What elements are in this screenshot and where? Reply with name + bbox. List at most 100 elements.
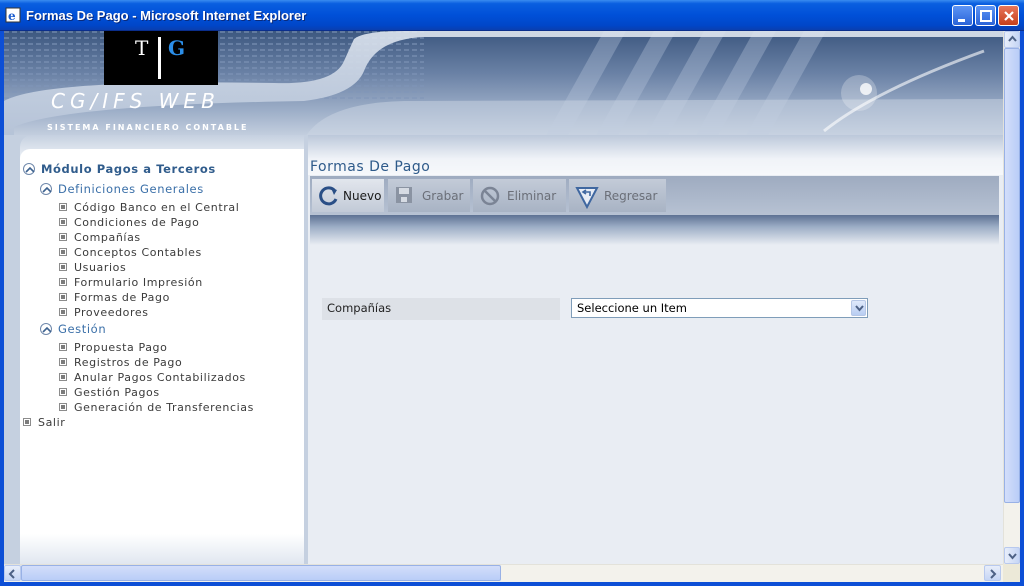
horizontal-scroll-thumb[interactable]	[21, 565, 501, 581]
sidebar-item-registros-pago[interactable]: Registros de Pago	[59, 356, 182, 369]
logo-letter-g: G	[168, 36, 186, 60]
sidebar-item-label: Formas de Pago	[74, 291, 170, 304]
bullet-icon	[59, 203, 67, 211]
bullet-icon	[59, 343, 67, 351]
app-name: CG/IFS WEB	[51, 89, 220, 113]
close-icon	[1004, 11, 1014, 21]
regresar-label: Regresar	[604, 189, 658, 203]
sidebar-item-proveedores[interactable]: Proveedores	[59, 306, 149, 319]
vertical-scroll-thumb[interactable]	[1004, 48, 1020, 503]
bullet-icon	[59, 403, 67, 411]
grabar-button[interactable]: Grabar	[388, 179, 470, 212]
dropdown-arrow-button[interactable]	[851, 300, 866, 316]
save-icon	[396, 187, 412, 203]
sidebar-item-label: Proveedores	[74, 306, 149, 319]
sidebar-item-formulario-impresion[interactable]: Formulario Impresión	[59, 276, 203, 289]
vertical-scrollbar[interactable]	[1003, 31, 1020, 564]
sidebar-item-label: Código Banco en el Central	[74, 201, 240, 214]
bullet-icon	[59, 233, 67, 241]
form-label-cell: Compañías	[322, 298, 560, 320]
sidebar-item-label: Condiciones de Pago	[74, 216, 200, 229]
scroll-down-button[interactable]	[1004, 547, 1020, 564]
select-value: Seleccione un Item	[577, 301, 687, 315]
sidebar: Módulo Pagos a Terceros Definiciones Gen…	[4, 135, 308, 564]
app-subtitle: SISTEMA FINANCIERO CONTABLE	[47, 123, 249, 132]
sidebar-item-label: Usuarios	[74, 261, 127, 274]
nuevo-button[interactable]: Nuevo	[312, 179, 384, 212]
sidebar-item-label: Registros de Pago	[74, 356, 183, 369]
sidebar-item-generacion-transferencias[interactable]: Generación de Transferencias	[59, 401, 254, 414]
sidebar-item-condiciones-pago[interactable]: Condiciones de Pago	[59, 216, 199, 229]
sidebar-item-label: Salir	[38, 416, 66, 429]
collapse-icon	[40, 323, 52, 335]
sidebar-item-label: Conceptos Contables	[74, 246, 202, 259]
companias-label: Compañías	[327, 301, 392, 315]
eliminar-label: Eliminar	[507, 189, 557, 203]
bullet-icon	[59, 218, 67, 226]
bullet-icon	[59, 373, 67, 381]
header-banner: T G CG/IFS WEB SISTEMA FINANCIERO CONTAB…	[4, 31, 1003, 139]
sidebar-item-label: Formulario Impresión	[74, 276, 203, 289]
chevron-left-icon	[8, 569, 15, 579]
toolbar-decoration	[310, 215, 999, 245]
companias-select[interactable]: Seleccione un Item	[571, 298, 868, 318]
sidebar-item-companias[interactable]: Compañías	[59, 231, 141, 244]
sidebar-item-codigo-banco[interactable]: Código Banco en el Central	[59, 201, 239, 214]
scroll-right-button[interactable]	[984, 565, 1001, 581]
sidebar-item-label: Anular Pagos Contabilizados	[74, 371, 246, 384]
sidebar-item-label: Compañías	[74, 231, 141, 244]
page-title: Formas De Pago	[310, 159, 431, 175]
regresar-button[interactable]: Regresar	[569, 179, 666, 212]
sidebar-item-conceptos-contables[interactable]: Conceptos Contables	[59, 246, 202, 259]
sidebar-item-propuesta-pago[interactable]: Propuesta Pago	[59, 341, 167, 354]
chevron-up-icon	[1008, 35, 1017, 42]
sidebar-item-salir[interactable]: Salir	[23, 416, 65, 429]
scroll-up-button[interactable]	[1004, 31, 1020, 48]
bullet-icon	[59, 293, 67, 301]
maximize-button[interactable]	[975, 5, 996, 26]
eliminar-button[interactable]: Eliminar	[473, 179, 566, 212]
company-logo: T G	[104, 31, 218, 85]
title-bar[interactable]: e Formas De Pago - Microsoft Internet Ex…	[0, 0, 1024, 31]
window-title: Formas De Pago - Microsoft Internet Expl…	[26, 8, 307, 23]
horizontal-scrollbar[interactable]	[4, 564, 1003, 582]
chevron-down-icon	[1008, 553, 1017, 560]
chevron-down-icon	[855, 305, 864, 312]
sidebar-section-gestion[interactable]: Gestión	[40, 322, 106, 336]
collapse-icon	[23, 163, 35, 175]
scroll-left-button[interactable]	[4, 565, 21, 581]
maximize-icon	[980, 10, 992, 22]
bullet-icon	[59, 263, 67, 271]
bullet-icon	[23, 418, 31, 426]
sidebar-module-label: Módulo Pagos a Terceros	[41, 162, 216, 176]
nuevo-label: Nuevo	[343, 189, 382, 203]
close-button[interactable]	[998, 5, 1019, 26]
minimize-icon	[958, 19, 965, 22]
bullet-icon	[59, 278, 67, 286]
toolbar: Nuevo Grabar Eliminar Regresar	[310, 176, 999, 215]
bullet-icon	[59, 388, 67, 396]
sidebar-section-definiciones[interactable]: Definiciones Generales	[40, 182, 204, 196]
sidebar-item-label: Generación de Transferencias	[74, 401, 254, 414]
minimize-button[interactable]	[952, 5, 973, 26]
page-viewport: T G CG/IFS WEB SISTEMA FINANCIERO CONTAB…	[4, 31, 1003, 564]
sidebar-item-formas-pago[interactable]: Formas de Pago	[59, 291, 170, 304]
bullet-icon	[59, 358, 67, 366]
sidebar-module-pagos[interactable]: Módulo Pagos a Terceros	[23, 162, 216, 176]
sidebar-bottom-decoration	[20, 534, 304, 564]
return-arrow-icon	[575, 187, 599, 209]
sidebar-section-label: Gestión	[58, 322, 107, 336]
browser-window: e Formas De Pago - Microsoft Internet Ex…	[0, 0, 1024, 586]
scrollbar-corner	[1003, 564, 1020, 582]
sidebar-item-anular-pagos[interactable]: Anular Pagos Contabilizados	[59, 371, 246, 384]
sidebar-item-usuarios[interactable]: Usuarios	[59, 261, 126, 274]
sidebar-item-gestion-pagos[interactable]: Gestión Pagos	[59, 386, 160, 399]
main-content: Formas De Pago Nuevo Grabar Eliminar Reg…	[308, 135, 1003, 564]
internet-explorer-icon: e	[5, 7, 21, 23]
prohibited-icon	[480, 186, 500, 206]
sidebar-item-label: Gestión Pagos	[74, 386, 160, 399]
logo-divider	[158, 37, 161, 79]
logo-letter-t: T	[135, 36, 149, 60]
svg-text:e: e	[8, 9, 16, 23]
chevron-right-icon	[990, 569, 997, 579]
